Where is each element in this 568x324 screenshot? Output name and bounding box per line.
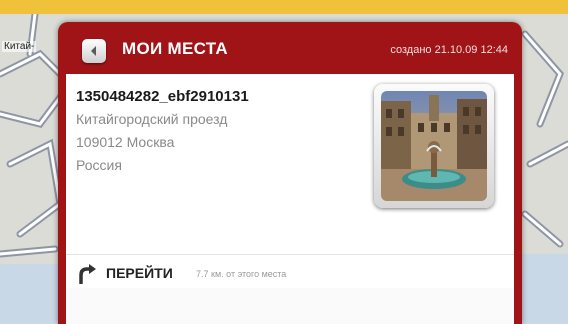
panel-title: МОИ МЕСТА (122, 39, 228, 58)
panel-content: 1350484282_ebf2910131 Китайгородский про… (66, 74, 514, 324)
back-arrow-icon (91, 46, 96, 56)
place-country: Россия (76, 157, 122, 173)
top-status-strip (0, 0, 568, 14)
place-photo-thumbnail[interactable] (374, 84, 494, 208)
place-city: 109012 Москва (76, 134, 175, 150)
created-timestamp: создано 21.10.09 12:44 (390, 44, 508, 56)
goto-distance: 7.7 км. от этого места (196, 269, 287, 279)
place-info: 1350484282_ebf2910131 Китайгородский про… (66, 74, 514, 254)
fountain-courtyard-photo (381, 91, 487, 201)
panel-header: МОИ МЕСТА создано 21.10.09 12:44 (58, 22, 522, 74)
goto-button[interactable]: ПЕРЕЙТИ 7.7 км. от этого места (66, 258, 514, 288)
turn-arrow-icon (79, 264, 96, 284)
goto-label: ПЕРЕЙТИ (106, 265, 173, 281)
divider (66, 254, 514, 255)
map-street-label: Китай- (2, 41, 37, 52)
place-street: Китайгородский проезд (76, 111, 228, 127)
place-name: 1350484282_ebf2910131 (76, 88, 249, 105)
place-photo (381, 91, 487, 201)
my-places-panel: МОИ МЕСТА создано 21.10.09 12:44 1350484… (58, 22, 522, 324)
panel-empty-row (66, 288, 514, 324)
back-button[interactable] (82, 39, 106, 63)
